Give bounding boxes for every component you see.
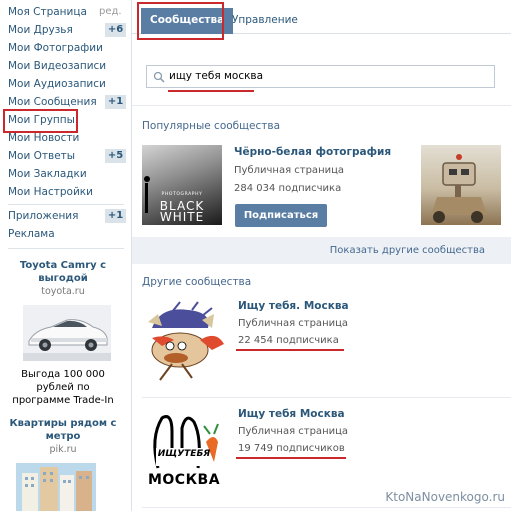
sidebar-divider — [8, 204, 124, 205]
ad-domain: toyota.ru — [41, 286, 85, 297]
sidebar-item-friends[interactable]: Мои Друзья — [8, 21, 73, 39]
popular-community-subscribers: 284 034 подписчика — [234, 183, 342, 194]
deer-logo-image[interactable] — [142, 300, 226, 384]
sidebar-item-audio[interactable]: Мои Аудиозаписи — [8, 75, 106, 93]
subscribe-button[interactable]: Подписаться — [235, 204, 327, 227]
sidebar-item-answers[interactable]: Мои Ответы — [8, 147, 75, 165]
sidebar-item-videos[interactable]: Мои Видеозаписи — [8, 57, 106, 75]
main-content: Сообщества Управление ищу тебя москва По… — [132, 0, 511, 511]
search-section: ищу тебя москва — [132, 48, 511, 106]
ad-block-toyota[interactable]: Toyota Camry с выгодой toyota.ru — [8, 259, 118, 299]
tab-management[interactable]: Управление — [223, 8, 307, 34]
sidebar-item-ads[interactable]: Реклама — [8, 225, 55, 243]
ad-domain: pik.ru — [49, 444, 77, 455]
logo-text-bottom: МОСКВА — [147, 472, 221, 488]
community-name[interactable]: Ищу тебя. Москва — [238, 300, 349, 312]
ad-text-block[interactable]: Выгода 100 000 рублей по программе Trade… — [8, 368, 118, 407]
popular-section-title: Популярные сообщества — [142, 120, 281, 132]
row-divider — [142, 507, 511, 508]
robot-photo-image[interactable] — [421, 145, 501, 225]
friends-count-badge[interactable]: +6 — [105, 23, 126, 37]
search-input[interactable]: ищу тебя москва — [146, 65, 495, 88]
show-more-communities[interactable]: Показать другие сообщества — [132, 237, 511, 264]
search-underline — [168, 90, 254, 92]
edit-menu-link[interactable]: ред. — [99, 3, 122, 21]
ad-title[interactable]: Квартиры рядом с метро — [8, 417, 118, 443]
image-caption: WHITE — [159, 210, 205, 224]
subscribers-underline — [236, 457, 346, 459]
sidebar-item-bookmarks[interactable]: Мои Закладки — [8, 165, 87, 183]
community-name[interactable]: Ищу тебя Москва — [238, 408, 345, 420]
bw-photography-image[interactable]: PHOTOGRAPHY BLACK WHITE — [142, 145, 222, 225]
popular-community-card: PHOTOGRAPHY BLACK WHITE Чёрно-белая фото… — [132, 135, 511, 235]
ad-title[interactable]: Toyota Camry с выгодой — [8, 259, 118, 285]
sidebar-item-photos[interactable]: Мои Фотографии — [8, 39, 103, 57]
image-caption: PHOTOGRAPHY — [161, 192, 203, 197]
messages-count-badge[interactable]: +1 — [105, 95, 126, 109]
ad-block-pik[interactable]: Квартиры рядом с метро pik.ru — [8, 417, 118, 457]
sidebar-item-my-page[interactable]: Моя Страница — [8, 3, 87, 21]
row-divider — [142, 397, 511, 398]
sidebar-divider — [8, 248, 124, 249]
community-type: Публичная страница — [238, 318, 349, 329]
subscribers-underline — [236, 349, 344, 351]
ad-text[interactable]: Выгода 100 000 рублей по программе Trade… — [8, 368, 118, 407]
community-type: Публичная страница — [238, 426, 349, 437]
search-icon — [153, 71, 165, 83]
logo-text-top: ИЩУТЕБЯ — [157, 449, 211, 459]
community-list-item: Ищу тебя. Москва Публичная страница 22 4… — [132, 292, 511, 397]
search-query-text: ищу тебя москва — [169, 70, 264, 82]
community-subscribers: 22 454 подписчика — [238, 335, 339, 346]
popular-community-type: Публичная страница — [234, 165, 345, 176]
sidebar-item-settings[interactable]: Мои Настройки — [8, 183, 93, 201]
other-section-title: Другие сообщества — [142, 276, 252, 288]
watermark-text: KtoNaNovenkogo.ru — [385, 490, 505, 504]
left-sidebar: ред. Моя Страница Мои Друзья +6 Мои Фото… — [0, 0, 131, 511]
ad-car-image[interactable] — [23, 305, 111, 361]
tab-highlight-box — [137, 2, 224, 40]
apps-count-badge[interactable]: +1 — [105, 209, 126, 223]
answers-count-badge[interactable]: +5 — [105, 149, 126, 163]
ad-building-image[interactable] — [16, 463, 96, 511]
community-subscribers: 19 749 подписчиков — [238, 443, 345, 454]
sidebar-item-news[interactable]: Мои Новости — [8, 129, 79, 147]
popular-community-name[interactable]: Чёрно-белая фотография — [234, 146, 391, 158]
sidebar-item-apps[interactable]: Приложения — [8, 207, 78, 225]
ishu-tebya-logo-image[interactable]: ИЩУТЕБЯ МОСКВА — [142, 408, 226, 492]
